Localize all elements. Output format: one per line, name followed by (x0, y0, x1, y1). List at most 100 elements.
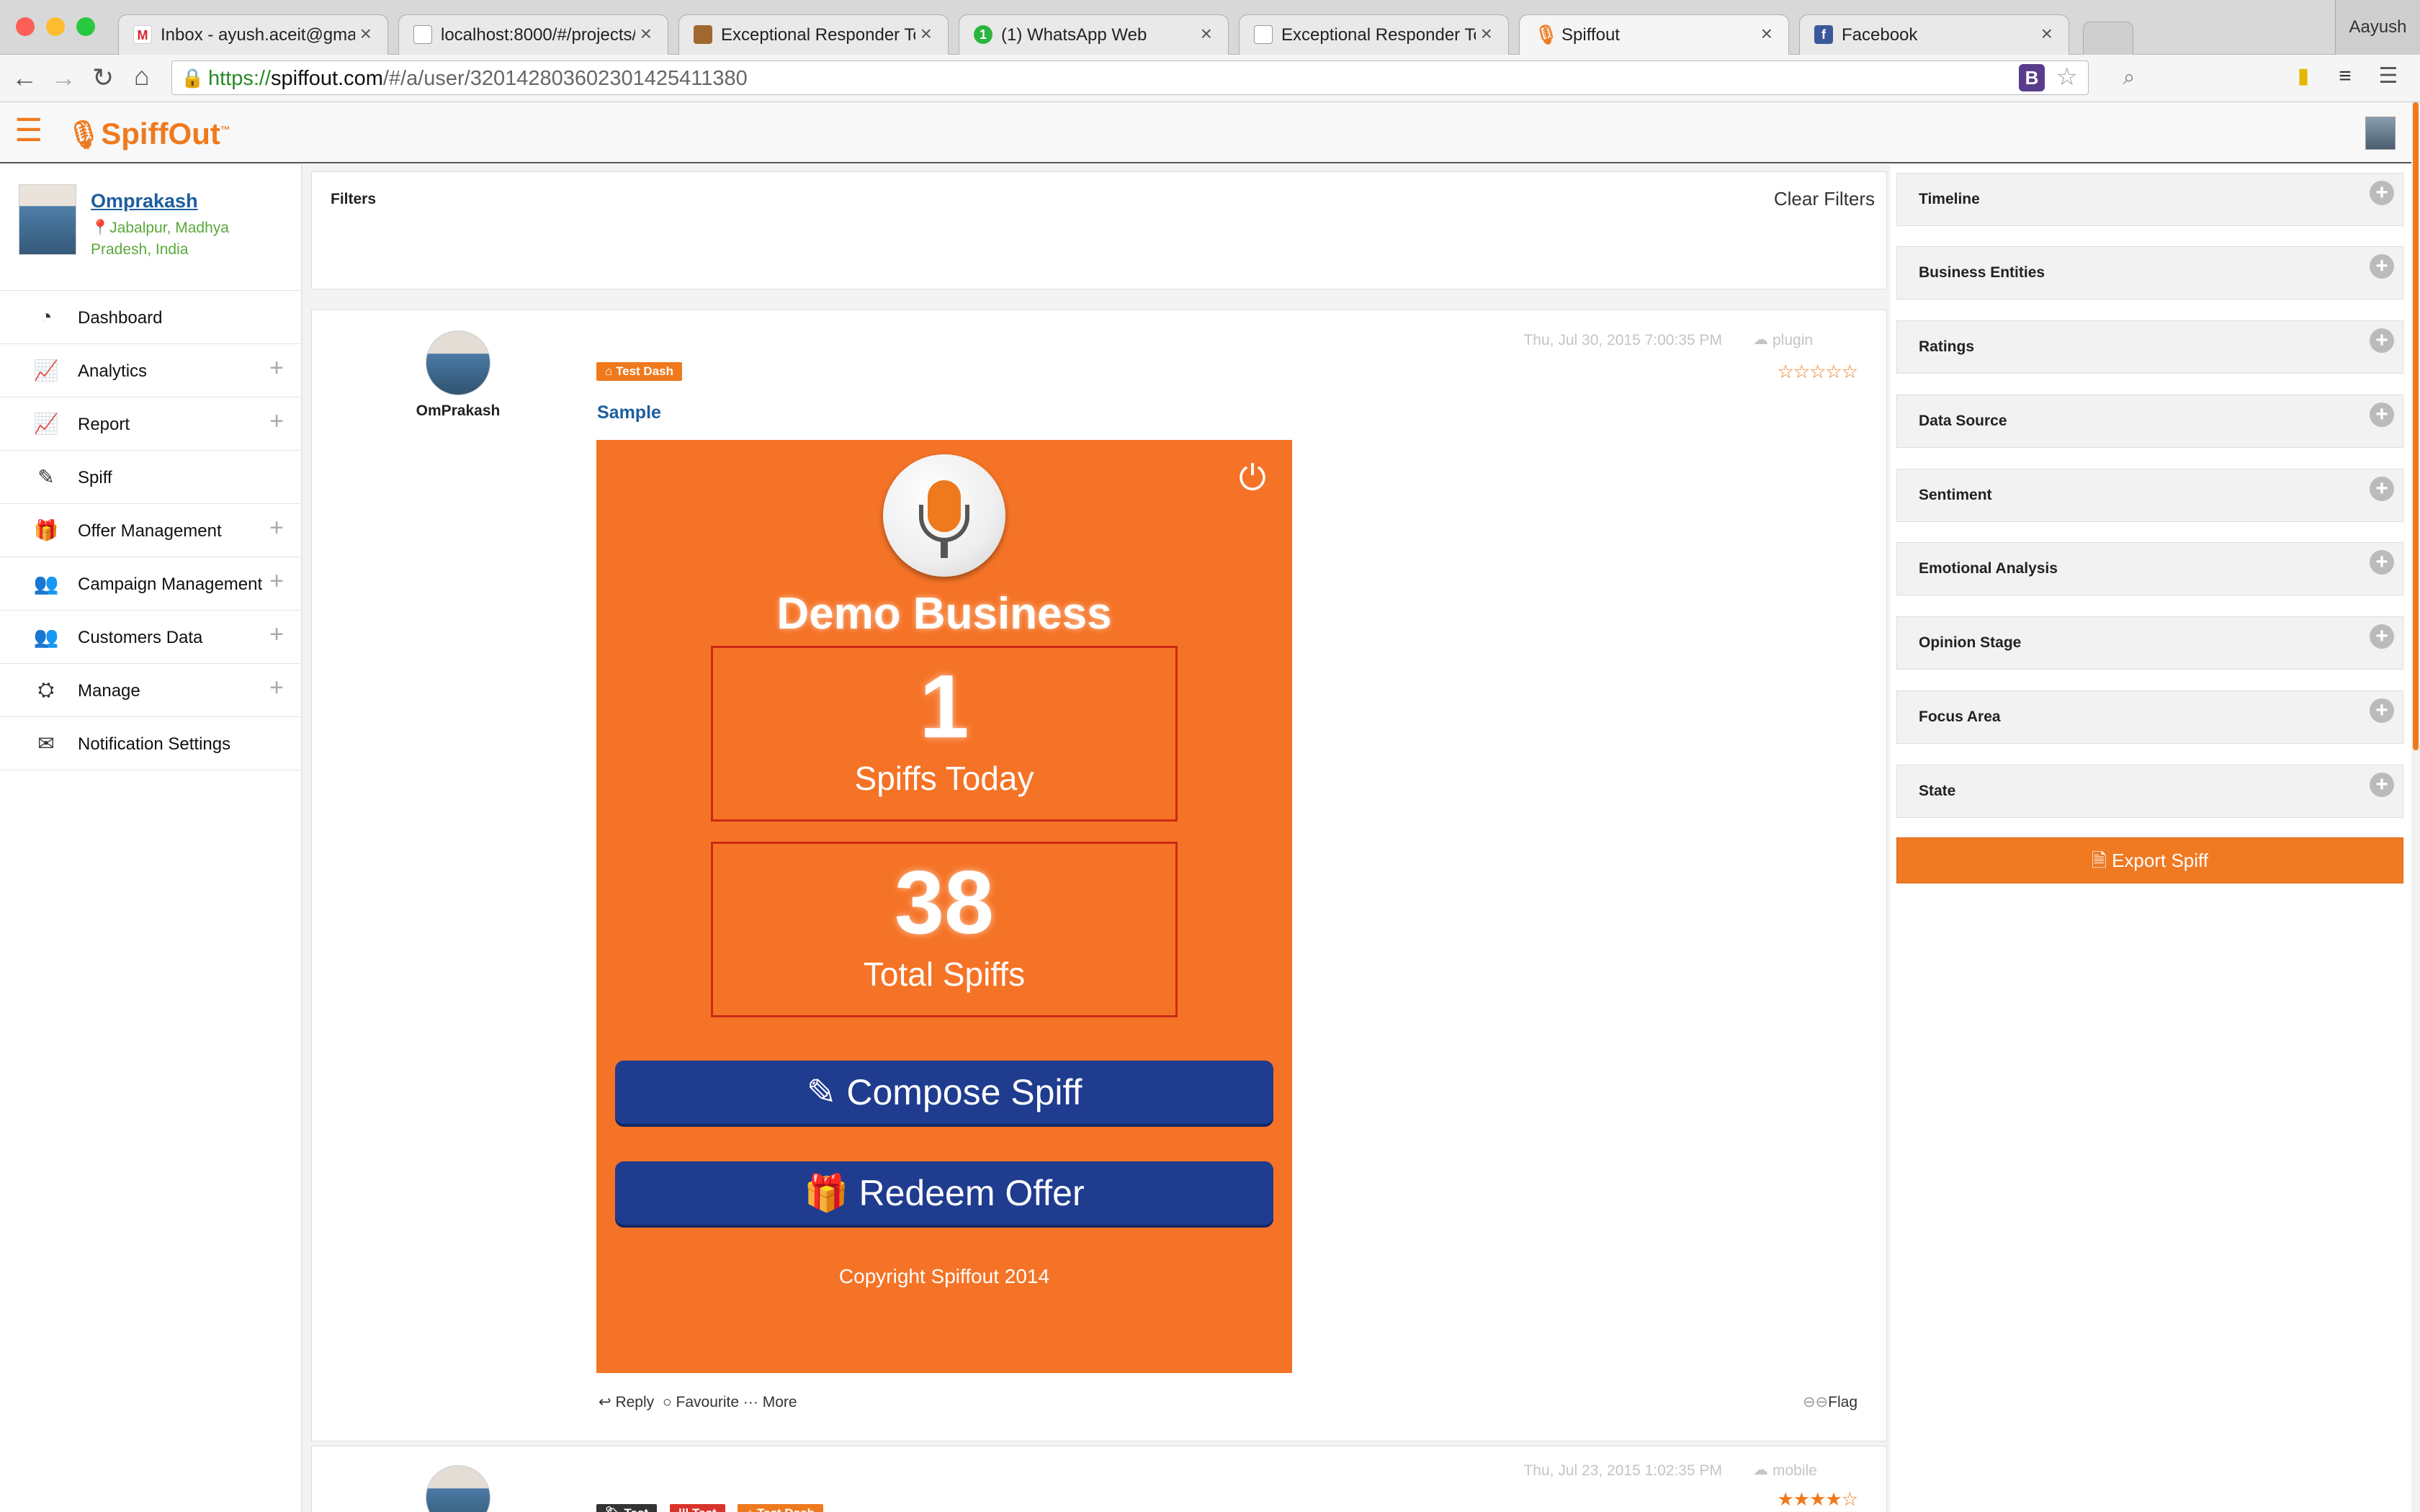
browser-tab-responder-2[interactable]: Exceptional Responder Too × (1239, 14, 1509, 55)
close-tab-icon[interactable]: × (360, 22, 372, 45)
filter-panel-data-source[interactable]: Data Source + (1896, 395, 2403, 448)
close-window-button[interactable] (16, 17, 35, 36)
url-scheme: https:// (208, 67, 272, 90)
browser-tab-responder[interactable]: Exceptional Responder Too × (678, 14, 949, 55)
maximize-window-button[interactable] (76, 17, 95, 36)
plus-circle-icon[interactable]: + (2370, 698, 2394, 723)
expand-plus-icon[interactable]: + (269, 567, 284, 595)
user-avatar[interactable] (19, 184, 76, 255)
filter-panel-ratings[interactable]: Ratings + (1896, 320, 2403, 374)
edit-icon: ✎ (806, 1072, 837, 1112)
new-tab-button[interactable] (2083, 22, 2133, 55)
extension-key-icon[interactable]: ▮ (2289, 62, 2318, 91)
flag-action[interactable]: ⊖⊖Flag (1803, 1393, 1857, 1411)
sidebar-item-customers-data[interactable]: 👥 Customers Data + (0, 611, 302, 664)
hamburger-menu-icon[interactable]: ☰ (14, 115, 42, 147)
plus-circle-icon[interactable]: + (2370, 328, 2394, 353)
close-tab-icon[interactable]: × (920, 22, 932, 45)
home-icon[interactable]: ⌂ (134, 63, 150, 89)
sidebar-item-campaign-management[interactable]: 👥 Campaign Management + (0, 557, 302, 611)
browser-menu-icon[interactable]: ☰ (2374, 62, 2403, 91)
close-tab-icon[interactable]: × (640, 22, 652, 45)
expand-plus-icon[interactable]: + (269, 514, 284, 542)
browser-tab-gmail[interactable]: M Inbox - ayush.aceit@gmail. × (118, 14, 388, 55)
post-tag[interactable]: ⌂ Test Dash (596, 362, 682, 381)
expand-plus-icon[interactable]: + (269, 408, 284, 436)
clear-filters-link[interactable]: Clear Filters (1774, 188, 1875, 210)
responder-icon (694, 25, 712, 44)
extension-stack-icon[interactable]: ≡ (2331, 62, 2360, 91)
compose-spiff-button[interactable]: ✎ Compose Spiff (615, 1061, 1273, 1124)
sidebar-item-dashboard[interactable]: ◔ Dashboard (0, 291, 302, 344)
sidebar-item-analytics[interactable]: 📈 Analytics + (0, 344, 302, 397)
sidebar-item-notification-settings[interactable]: ✉ Notification Settings (0, 717, 302, 770)
header-avatar[interactable] (2365, 117, 2396, 150)
post-title[interactable]: Sample (597, 402, 661, 423)
plus-circle-icon[interactable]: + (2370, 773, 2394, 797)
close-tab-icon[interactable]: × (1481, 22, 1492, 45)
total-spiffs-label: Total Spiffs (863, 955, 1026, 993)
power-icon[interactable]: ⏻ (1239, 459, 1266, 499)
close-tab-icon[interactable]: × (2041, 22, 2053, 45)
forward-arrow-icon[interactable]: → (50, 65, 76, 91)
page-scrollbar[interactable] (2411, 102, 2420, 1512)
filter-panel-sentiment[interactable]: Sentiment + (1896, 469, 2403, 522)
chart-line-icon: 📈 (33, 359, 59, 382)
browser-tab-whatsapp[interactable]: 1 (1) WhatsApp Web × (959, 14, 1229, 55)
redeem-offer-button[interactable]: 🎁 Redeem Offer (615, 1161, 1273, 1225)
reload-icon[interactable]: ↻ (92, 65, 114, 91)
sidebar-item-report[interactable]: 📈 Report + (0, 397, 302, 451)
expand-plus-icon[interactable]: + (269, 621, 284, 649)
filter-panel-state[interactable]: State + (1896, 765, 2403, 818)
spiffout-logo[interactable]: 🎙SpiffOut™ (66, 117, 230, 151)
plus-circle-icon[interactable]: + (2370, 624, 2394, 649)
close-tab-icon[interactable]: × (1201, 22, 1212, 45)
sidebar-item-spiff[interactable]: ✎ Spiff (0, 451, 302, 504)
scrollbar-thumb[interactable] (2413, 102, 2419, 750)
user-name-link[interactable]: Omprakash (91, 190, 198, 212)
browser-tab-localhost[interactable]: localhost:8000/#/projects/ × (398, 14, 668, 55)
plus-circle-icon[interactable]: + (2370, 254, 2394, 279)
export-spiff-button[interactable]: 🗎 Export Spiff (1896, 837, 2403, 883)
filter-panel-focus-area[interactable]: Focus Area + (1896, 690, 2403, 744)
plus-circle-icon[interactable]: + (2370, 402, 2394, 427)
filter-panel-business-entities[interactable]: Business Entities + (1896, 246, 2403, 300)
plus-circle-icon[interactable]: + (2370, 181, 2394, 205)
post-author-name[interactable]: OmPrakash (384, 402, 532, 420)
browser-profile-button[interactable]: Aayush (2335, 0, 2420, 55)
reply-link[interactable]: Reply (615, 1394, 654, 1410)
post-author-avatar[interactable] (426, 330, 490, 395)
bookmark-star-icon[interactable]: ☆ (2056, 63, 2078, 91)
browser-tab-facebook[interactable]: f Facebook × (1799, 14, 2069, 55)
address-bar[interactable]: 🔒 https://spiffout.com/#/a/user/32014280… (171, 60, 2089, 95)
favourite-link[interactable]: Favourite (676, 1394, 740, 1410)
filter-panel-opinion-stage[interactable]: Opinion Stage + (1896, 616, 2403, 670)
post-tag[interactable]: ||| Test (670, 1504, 725, 1512)
filter-panel-timeline[interactable]: Timeline + (1896, 173, 2403, 226)
post-rating-stars[interactable]: ☆☆☆☆☆ (1777, 361, 1858, 383)
sidebar-item-offer-management[interactable]: 🎁 Offer Management + (0, 504, 302, 557)
plus-circle-icon[interactable]: + (2370, 477, 2394, 501)
business-name: Demo Business (776, 589, 1112, 639)
zoom-icon[interactable]: ⌕ (2115, 63, 2143, 92)
post-tag[interactable]: 🏷 Test (596, 1504, 658, 1512)
plus-circle-icon[interactable]: + (2370, 550, 2394, 575)
filters-panel: Filters Clear Filters (311, 171, 1887, 289)
post-author-avatar[interactable] (426, 1465, 490, 1512)
expand-plus-icon[interactable]: + (269, 354, 284, 382)
file-export-icon: 🗎 (2091, 850, 2107, 871)
more-link[interactable]: More (763, 1394, 797, 1410)
cloud-icon: ☁ (1753, 1462, 1768, 1478)
post-tag[interactable]: ⌂ Test Dash (738, 1504, 824, 1512)
barcode-icon: ||| (678, 1506, 689, 1512)
filter-panel-emotional-analysis[interactable]: Emotional Analysis + (1896, 542, 2403, 595)
sidebar-item-manage[interactable]: ⛭ Manage + (0, 664, 302, 717)
microphone-logo-icon: 🎙 (66, 120, 102, 150)
extension-b-icon[interactable]: B (2019, 64, 2045, 91)
expand-plus-icon[interactable]: + (269, 674, 284, 702)
back-arrow-icon[interactable]: ← (12, 65, 37, 91)
post-rating-stars[interactable]: ★★★★☆ (1777, 1488, 1858, 1511)
minimize-window-button[interactable] (46, 17, 65, 36)
close-tab-icon[interactable]: × (1761, 22, 1773, 45)
browser-tab-spiffout[interactable]: 🎙 Spiffout × (1519, 14, 1789, 55)
